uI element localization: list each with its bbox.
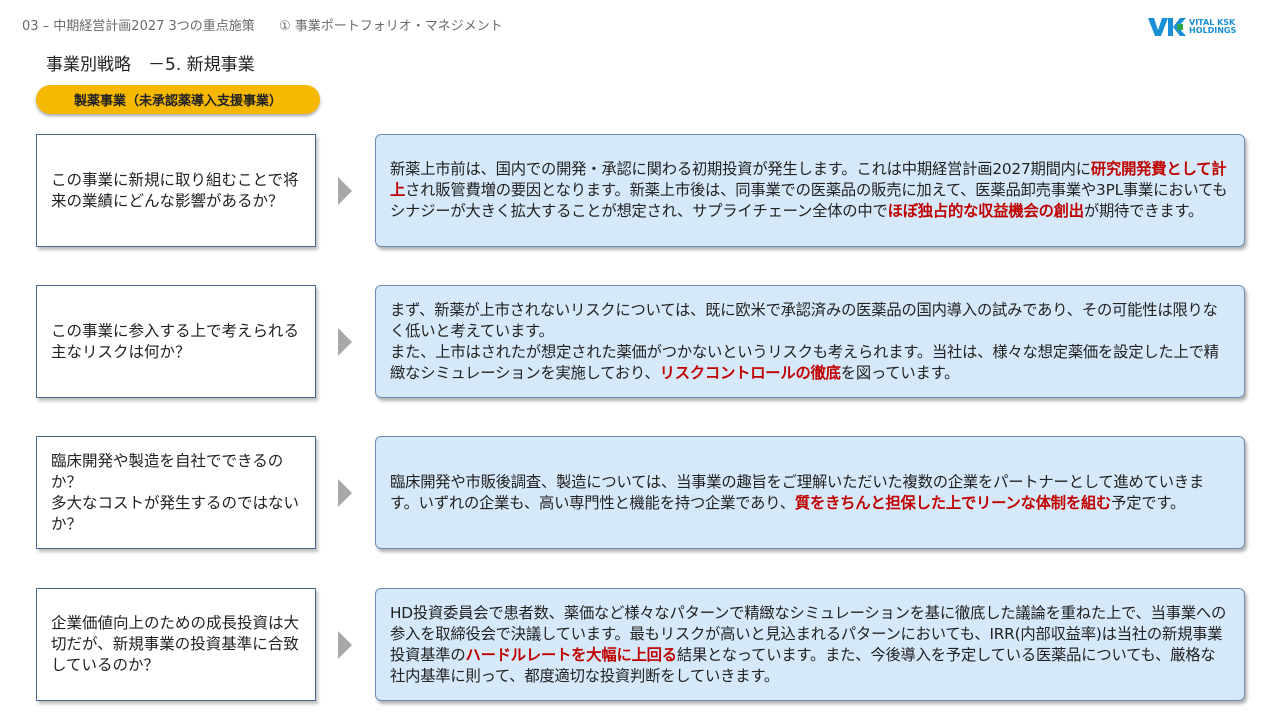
question-box: この事業に参入する上で考えられる主なリスクは何か？ <box>36 285 316 398</box>
highlight-text: リスクコントロールの徹底 <box>659 363 841 382</box>
arrow-right-icon <box>338 479 352 507</box>
highlight-text: 質をきちんと担保した上でリーンな体制を組む <box>794 493 1112 512</box>
company-logo: VITAL KSK HOLDINGS <box>1148 16 1248 38</box>
answer-segment: まず、新薬が上市されないリスクについては、既に欧米で承認済みの医薬品の国内導入の… <box>390 300 1218 340</box>
question-text: この事業に参入する上で考えられる主なリスクは何か？ <box>51 321 300 361</box>
question-box: 企業価値向上のための成長投資は大切だが、新規事業の投資基準に合致しているのか？ <box>36 588 316 701</box>
question-text: 企業価値向上のための成長投資は大切だが、新規事業の投資基準に合致しているのか？ <box>51 614 300 674</box>
answer-segment: 予定です。 <box>1111 493 1186 512</box>
arrow-right-icon <box>338 177 352 205</box>
answer-text: 新薬上市前は、国内での開発・承認に関わる初期投資が発生します。これは中期経営計画… <box>390 159 1230 222</box>
answer-segment: を図っています。 <box>840 363 960 382</box>
breadcrumb: 03 – 中期経営計画2027 3つの重点施策 ① 事業ポートフォリオ・マネジメ… <box>22 15 523 34</box>
arrow-right-icon <box>338 631 352 659</box>
answer-text: 臨床開発や市販後調査、製造については、当事業の趣旨をご理解いただいた複数の企業を… <box>390 472 1230 514</box>
question-text: 臨床開発や製造を自社でできるのか？ 多大なコストが発生するのではないか？ <box>51 451 300 533</box>
answer-box: 臨床開発や市販後調査、製造については、当事業の趣旨をご理解いただいた複数の企業を… <box>375 436 1245 549</box>
answer-text: まず、新薬が上市されないリスクについては、既に欧米で承認済みの医薬品の国内導入の… <box>390 300 1230 384</box>
answer-text: HD投資委員会で患者数、薬価など様々なパターンで精緻なシミュレーションを基に徹底… <box>390 603 1230 687</box>
vksk-logo-icon <box>1148 18 1186 36</box>
answer-box: まず、新薬が上市されないリスクについては、既に欧米で承認済みの医薬品の国内導入の… <box>375 285 1245 398</box>
answer-segment: が期待できます。 <box>1083 202 1204 220</box>
answer-box: 新薬上市前は、国内での開発・承認に関わる初期投資が発生します。これは中期経営計画… <box>375 134 1245 247</box>
answer-box: HD投資委員会で患者数、薬価など様々なパターンで精緻なシミュレーションを基に徹底… <box>375 588 1245 701</box>
logo-line-2: HOLDINGS <box>1189 26 1237 35</box>
breadcrumb-sub: ① 事業ポートフォリオ・マネジメント <box>278 19 503 34</box>
arrow-right-icon <box>338 328 352 356</box>
highlight-text: ハードルレートを大幅に上回る <box>465 645 678 664</box>
highlight-text: ほぼ独占的な収益機会の創出 <box>887 202 1084 220</box>
breadcrumb-section: 03 – 中期経営計画2027 3つの重点施策 <box>22 19 255 34</box>
question-box: 臨床開発や製造を自社でできるのか？ 多大なコストが発生するのではないか？ <box>36 436 316 549</box>
answer-segment: 新薬上市前は、国内での開発・承認に関わる初期投資が発生します。これは中期経営計画… <box>390 160 1091 178</box>
question-box: この事業に新規に取り組むことで将来の業績にどんな影響があるか？ <box>36 134 316 247</box>
question-text: この事業に新規に取り組むことで将来の業績にどんな影響があるか？ <box>51 170 299 210</box>
category-badge: 製薬事業（未承認薬導入支援事業） <box>36 85 320 114</box>
page-title: 事業別戦略 －5. 新規事業 <box>46 55 255 75</box>
